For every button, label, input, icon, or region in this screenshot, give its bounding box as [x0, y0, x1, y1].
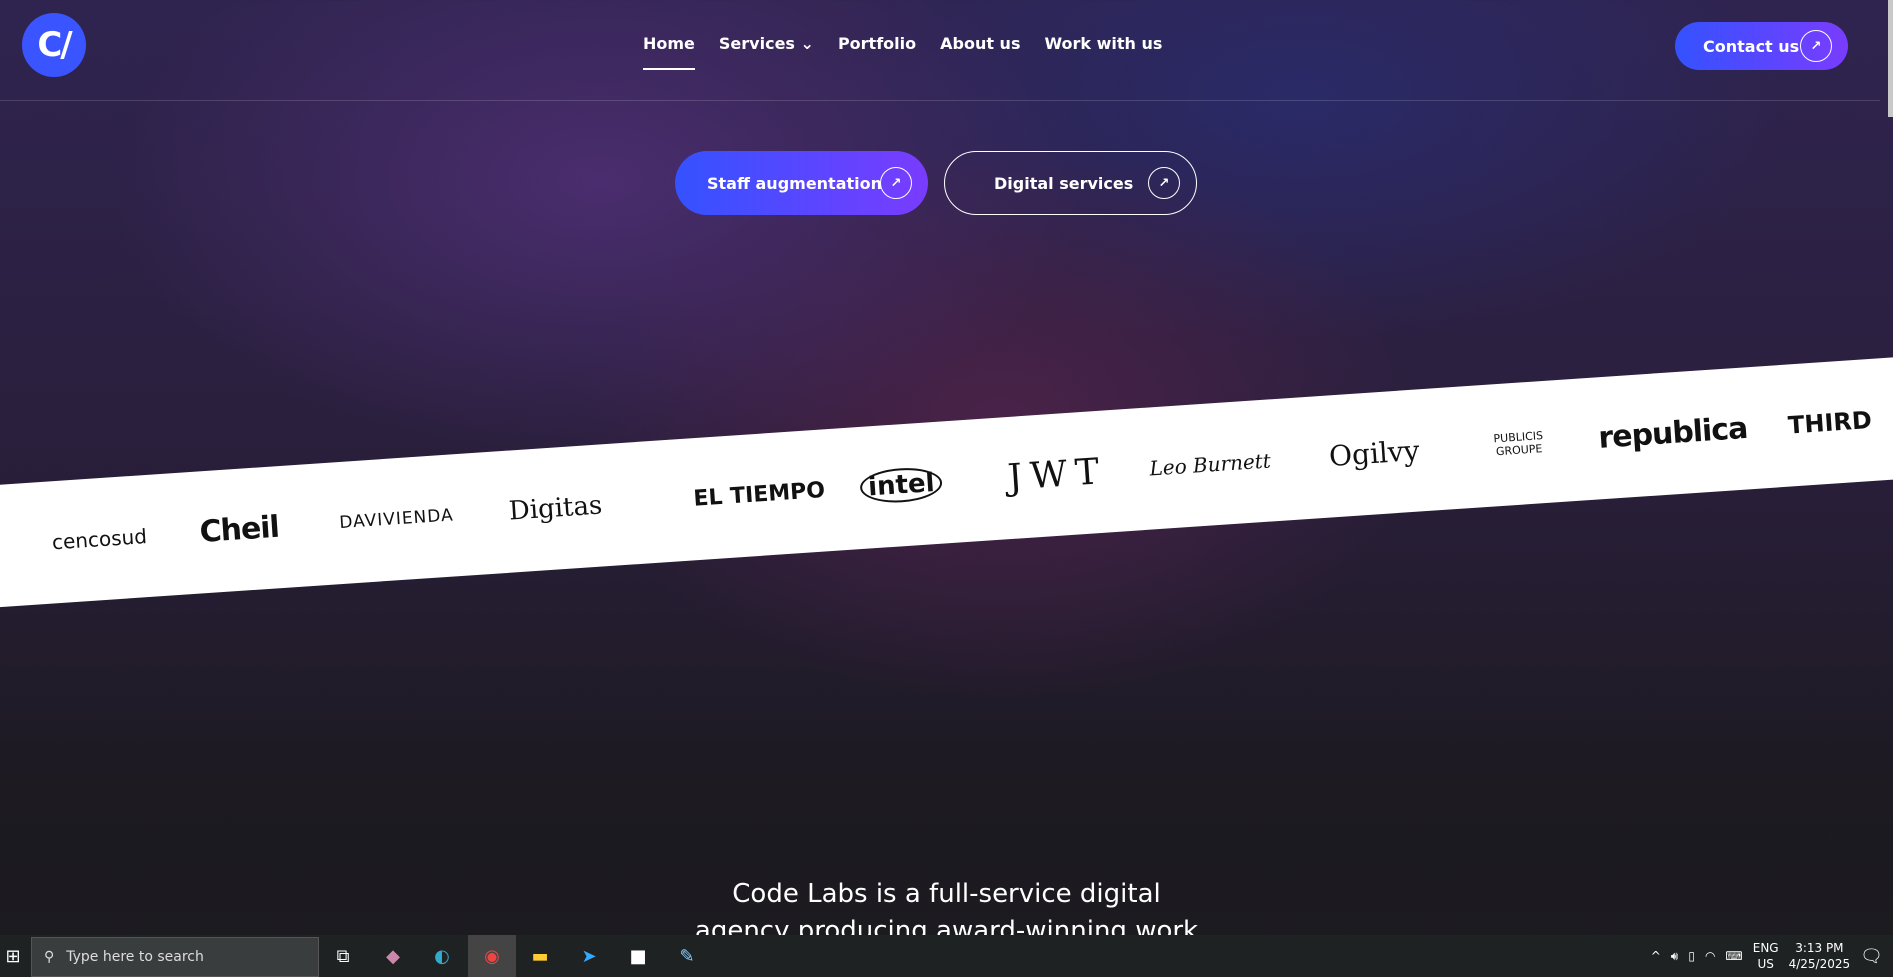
volume-icon[interactable]: 🔊︎: [1671, 949, 1679, 964]
digital-services-button[interactable]: Digital services ↗: [944, 151, 1197, 215]
time: 3:13 PM: [1795, 941, 1844, 955]
nav-work-with-us[interactable]: Work with us: [1044, 34, 1162, 53]
arrow-up-right-icon: ↗: [880, 167, 912, 199]
chevron-up-icon[interactable]: ^: [1651, 949, 1661, 963]
clock[interactable]: 3:13 PM 4/25/2025: [1789, 940, 1851, 972]
region: US: [1757, 957, 1774, 971]
client-logo: EL TIEMPO: [692, 477, 826, 512]
keyboard-icon[interactable]: ⌨: [1725, 949, 1742, 963]
client-logo: Ogilvy: [1328, 433, 1421, 473]
notifications-icon[interactable]: 🗨︎: [1860, 946, 1883, 967]
client-logo-band: cencosud Cheil DAVIVIENDA Digitas EL TIE…: [0, 354, 1893, 610]
staff-label: Staff augmentation: [707, 173, 883, 193]
client-logo: Digitas: [507, 490, 604, 527]
top-nav: C/ Home Services ⌄ Portfolio About us Wo…: [0, 0, 1880, 101]
headline-line: Code Labs is a full-service digital: [732, 879, 1161, 909]
windows-start-icon[interactable]: ⊞: [0, 943, 26, 969]
lang: ENG: [1752, 941, 1779, 955]
nav-portfolio[interactable]: Portfolio: [838, 34, 916, 53]
edge-icon[interactable]: ◐: [429, 943, 455, 969]
wifi-icon[interactable]: ◠: [1705, 949, 1715, 963]
system-tray: ^ 🔊︎ ▯ ◠ ⌨ ENG US 3:13 PM 4/25/2025 🗨︎: [1651, 935, 1893, 977]
scrollbar[interactable]: [1888, 0, 1893, 117]
nav-home[interactable]: Home: [643, 34, 695, 70]
client-logo: THIRD: [1787, 406, 1873, 440]
file-explorer-icon[interactable]: ▬: [527, 943, 553, 969]
client-logo: JWT: [1006, 450, 1109, 499]
nav-services-label: Services: [718, 34, 795, 53]
client-logo: intel: [859, 465, 944, 506]
digital-label: Digital services: [994, 173, 1134, 193]
nav-about[interactable]: About us: [940, 34, 1020, 53]
arrow-up-right-icon: ↗: [1148, 167, 1180, 199]
main-menu: Home Services ⌄ Portfolio About us Work …: [643, 34, 1162, 70]
date: 4/25/2025: [1788, 957, 1851, 971]
windows-taskbar: ⊞ ⚲ Type here to search ⧉ ◆ ◐ ◉ ▬ ➤ ■ ✎ ^…: [0, 935, 1893, 977]
client-logo: cencosud: [51, 524, 148, 555]
search-icon: ⚲: [44, 949, 55, 965]
client-logo: Cheil: [198, 509, 280, 550]
app-icon[interactable]: ■: [625, 943, 651, 969]
copilot-icon[interactable]: ◆: [380, 943, 406, 969]
task-view-icon[interactable]: ⧉: [330, 943, 356, 969]
nav-services[interactable]: Services ⌄: [719, 34, 814, 53]
code-labs-logo[interactable]: C/: [22, 13, 86, 77]
contact-button[interactable]: Contact us ↗: [1675, 22, 1848, 70]
chrome-icon[interactable]: ◉: [468, 935, 516, 977]
client-logo: DAVIVIENDA: [338, 505, 455, 534]
chevron-down-icon: ⌄: [800, 34, 814, 53]
paint-icon[interactable]: ✎: [674, 943, 700, 969]
search-placeholder: Type here to search: [66, 949, 204, 965]
language-indicator[interactable]: ENG US: [1753, 940, 1779, 972]
client-logo: Leo Burnett: [1148, 448, 1272, 481]
client-logo: republica: [1597, 410, 1749, 456]
client-logo: PUBLICIS GROUPE: [1493, 429, 1544, 459]
telegram-icon[interactable]: ➤: [576, 943, 602, 969]
staff-augmentation-button[interactable]: Staff augmentation ↗: [675, 151, 928, 215]
taskbar-search[interactable]: ⚲ Type here to search: [31, 937, 319, 977]
arrow-up-right-icon: ↗: [1800, 30, 1832, 62]
battery-icon[interactable]: ▯: [1688, 949, 1695, 963]
contact-label: Contact us: [1703, 36, 1800, 56]
